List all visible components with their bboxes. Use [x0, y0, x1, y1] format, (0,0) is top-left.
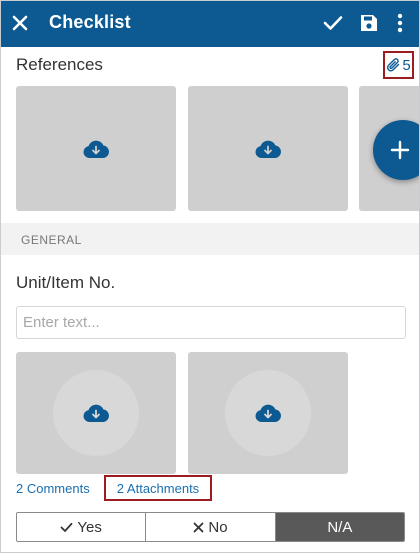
close-button[interactable] — [9, 9, 31, 37]
response-selector: Yes No N/A — [16, 512, 405, 542]
question-label: Unit/Item No. — [16, 273, 116, 292]
cloud-download-icon — [255, 140, 282, 158]
attachment-thumbnail[interactable] — [16, 352, 176, 474]
more-vertical-icon — [397, 13, 403, 33]
page-title: Checklist — [49, 12, 131, 32]
unit-item-input[interactable] — [16, 306, 406, 339]
option-yes[interactable]: Yes — [17, 513, 146, 541]
attachments-link-label: 2 Attachments — [116, 480, 200, 496]
paperclip-icon — [387, 58, 400, 72]
x-icon — [193, 522, 204, 532]
cloud-download-icon — [255, 404, 282, 422]
cloud-download-icon — [83, 404, 110, 422]
save-icon — [361, 15, 377, 31]
comments-link[interactable]: 2 Comments — [16, 481, 90, 496]
cloud-download-icon — [83, 140, 110, 158]
reference-thumbnail[interactable] — [188, 86, 348, 211]
attachment-count: 5 — [402, 56, 411, 74]
section-header: GENERAL — [1, 223, 419, 255]
option-na-label: N/A — [327, 518, 353, 536]
complete-button[interactable] — [319, 9, 347, 37]
option-no[interactable]: No — [145, 513, 275, 541]
section-title: GENERAL — [21, 233, 82, 247]
save-button[interactable] — [355, 9, 383, 37]
check-icon — [323, 16, 343, 30]
attachment-thumbnail[interactable] — [188, 352, 348, 474]
attachment-count-button[interactable]: 5 — [383, 51, 414, 79]
app-bar: Checklist — [1, 1, 419, 47]
check-icon — [61, 522, 73, 532]
plus-icon — [390, 140, 410, 160]
close-icon — [12, 15, 28, 31]
option-yes-label: Yes — [77, 518, 102, 536]
attachments-link[interactable]: 2 Attachments — [104, 475, 212, 501]
option-no-label: No — [208, 518, 228, 536]
checklist-screen: Checklist References 5 GENERAL Unit/Item… — [0, 0, 420, 553]
more-options-button[interactable] — [389, 9, 411, 37]
option-na[interactable]: N/A — [274, 513, 404, 541]
reference-thumbnail[interactable] — [16, 86, 176, 211]
references-title: References — [16, 55, 103, 74]
